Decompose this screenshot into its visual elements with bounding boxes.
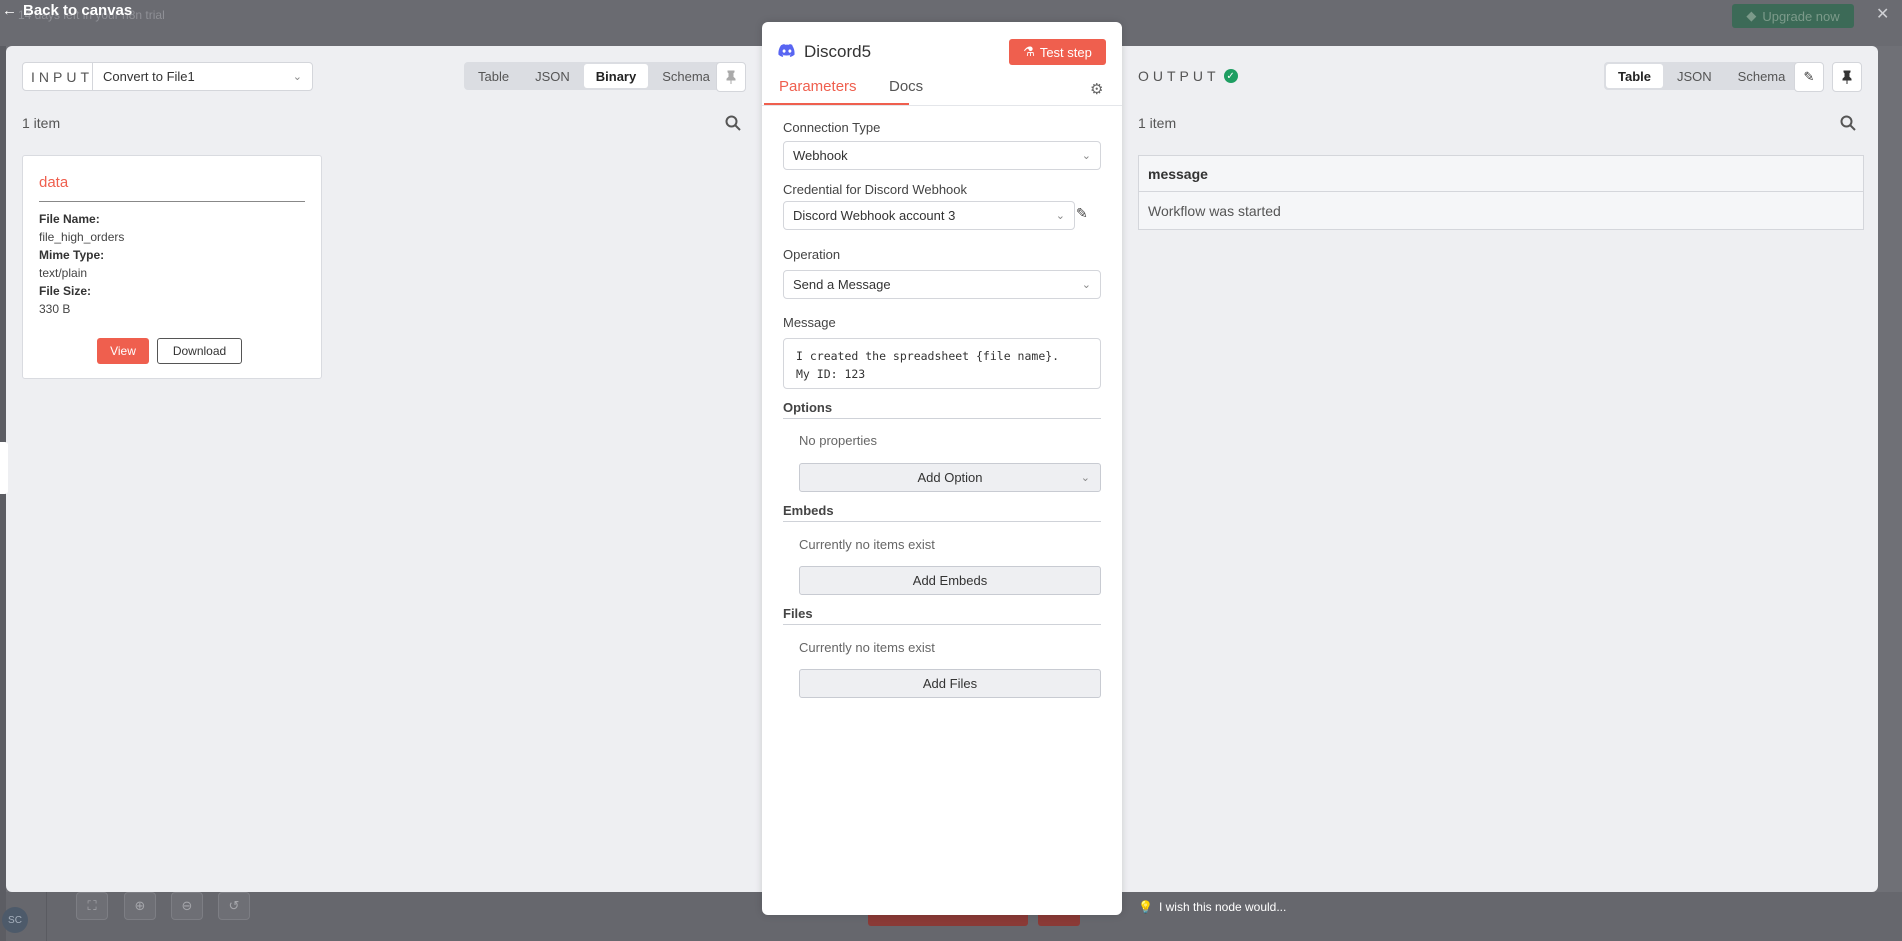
input-pin-button[interactable] [716,62,746,92]
operation-label: Operation [783,247,841,262]
node-header: Discord5 ⚗ Test step Parameters Docs ⚙ [762,22,1122,106]
embeds-section-title: Embeds [783,503,1101,522]
output-tab-schema[interactable]: Schema [1726,64,1798,88]
output-tab-table[interactable]: Table [1606,64,1663,88]
mime-type-label: Mime Type: [39,248,105,262]
embeds-empty-text: Currently no items exist [799,537,935,552]
edit-output-button[interactable]: ✎ [1794,62,1824,92]
flask-icon: ⚗ [1023,44,1035,59]
panel-drag-handle[interactable] [0,442,8,494]
search-icon[interactable] [725,115,741,131]
test-step-button[interactable]: ⚗ Test step [1009,39,1106,65]
edit-credential-icon[interactable]: ✎ [1076,205,1088,222]
input-tab-binary[interactable]: Binary [583,64,649,88]
pin-icon [1842,70,1852,84]
file-name-label: File Name: [39,212,100,226]
credential-label: Credential for Discord Webhook [783,182,968,197]
node-settings-panel: Discord5 ⚗ Test step Parameters Docs ⚙ C… [762,22,1122,915]
input-item-count: 1 item [22,115,61,131]
chevron-down-icon: ⌄ [1081,150,1091,162]
file-size-label: File Size: [39,284,92,298]
tab-docs[interactable]: Docs [889,78,923,95]
chevron-down-icon: ⌄ [1080,472,1090,484]
input-tab-table[interactable]: Table [466,64,521,88]
discord-icon [778,44,795,57]
tab-parameters[interactable]: Parameters [779,78,857,95]
view-button[interactable]: View [97,338,149,364]
output-item-count: 1 item [1138,115,1177,131]
operation-select[interactable]: Send a Message ⌄ [783,270,1101,299]
binary-data-card: data File Name: file_high_orders Mime Ty… [22,155,322,379]
chevron-down-icon: ⌄ [292,71,302,83]
zoom-in-icon[interactable]: ⊕ [124,892,156,920]
zoom-out-icon[interactable]: ⊖ [171,892,203,920]
fit-view-icon[interactable]: ⛶ [76,892,108,920]
output-label-text: OUTPUT [1138,68,1220,84]
file-size-value: 330 B [39,302,71,316]
lightbulb-icon: 💡 [1138,900,1153,914]
table-cell[interactable]: Workflow was started [1139,193,1863,229]
connection-type-label: Connection Type [783,120,881,135]
output-tab-json[interactable]: JSON [1665,64,1724,88]
download-button[interactable]: Download [157,338,242,364]
input-node-value: Convert to File1 [103,69,195,84]
chevron-down-icon: ⌄ [1081,279,1091,291]
message-label: Message [783,315,836,330]
node-title[interactable]: Discord5 [804,42,871,62]
credential-value: Discord Webhook account 3 [793,208,956,223]
feedback-text: I wish this node would... [1158,900,1287,914]
reset-zoom-icon[interactable]: ↺ [218,892,250,920]
operation-value: Send a Message [793,277,891,292]
add-option-button[interactable]: Add Option ⌄ [799,463,1101,492]
files-empty-text: Currently no items exist [799,640,935,655]
output-panel-label: OUTPUT ✓ [1138,68,1238,84]
pin-icon [726,70,736,84]
connection-type-value: Webhook [793,148,848,163]
search-icon[interactable] [1840,115,1856,131]
upgrade-label: Upgrade now [1762,8,1840,24]
close-icon[interactable]: ✕ [1876,4,1889,24]
options-section-title: Options [783,400,1101,419]
feedback-link[interactable]: 💡 I wish this node would... [1138,900,1286,914]
add-option-label: Add Option [917,470,983,485]
rail-divider [46,892,47,941]
test-step-label: Test step [1039,44,1092,60]
arrow-left-icon: ← [2,2,17,19]
connection-type-select[interactable]: Webhook ⌄ [783,141,1101,170]
add-embeds-button[interactable]: Add Embeds [799,566,1101,595]
pencil-icon: ✎ [1803,69,1815,84]
output-pin-button[interactable] [1832,62,1862,92]
upgrade-button[interactable]: ◆ Upgrade now [1732,4,1854,28]
input-node-select[interactable]: Convert to File1 ⌄ [92,62,313,91]
file-name-value: file_high_orders [39,230,125,244]
avatar[interactable]: SC [2,907,28,933]
diamond-icon: ◆ [1746,8,1757,23]
input-tab-json[interactable]: JSON [523,64,582,88]
input-view-tabs: Table JSON Binary Schema [464,62,724,90]
input-panel-label: INPUT [22,62,102,91]
gear-icon[interactable]: ⚙ [1090,80,1103,98]
mime-type-value: text/plain [39,266,88,280]
output-table: message Workflow was started [1138,155,1864,230]
table-header-message: message [1139,156,1863,192]
files-section-title: Files [783,606,1101,625]
back-label: Back to canvas [23,2,133,19]
options-empty-text: No properties [799,433,878,448]
message-input[interactable]: I created the spreadsheet {file name}. M… [783,338,1101,389]
check-circle-icon: ✓ [1223,69,1238,83]
binary-key: data [39,174,69,191]
chevron-down-icon: ⌄ [1055,210,1065,222]
back-to-canvas-button[interactable]: ← Back to canvas [2,2,132,19]
active-tab-indicator [764,103,909,105]
credential-select[interactable]: Discord Webhook account 3 ⌄ [783,201,1075,230]
add-files-button[interactable]: Add Files [799,669,1101,698]
input-tab-schema[interactable]: Schema [650,64,722,88]
output-view-tabs: Table JSON Schema [1604,62,1800,90]
divider [39,201,305,202]
